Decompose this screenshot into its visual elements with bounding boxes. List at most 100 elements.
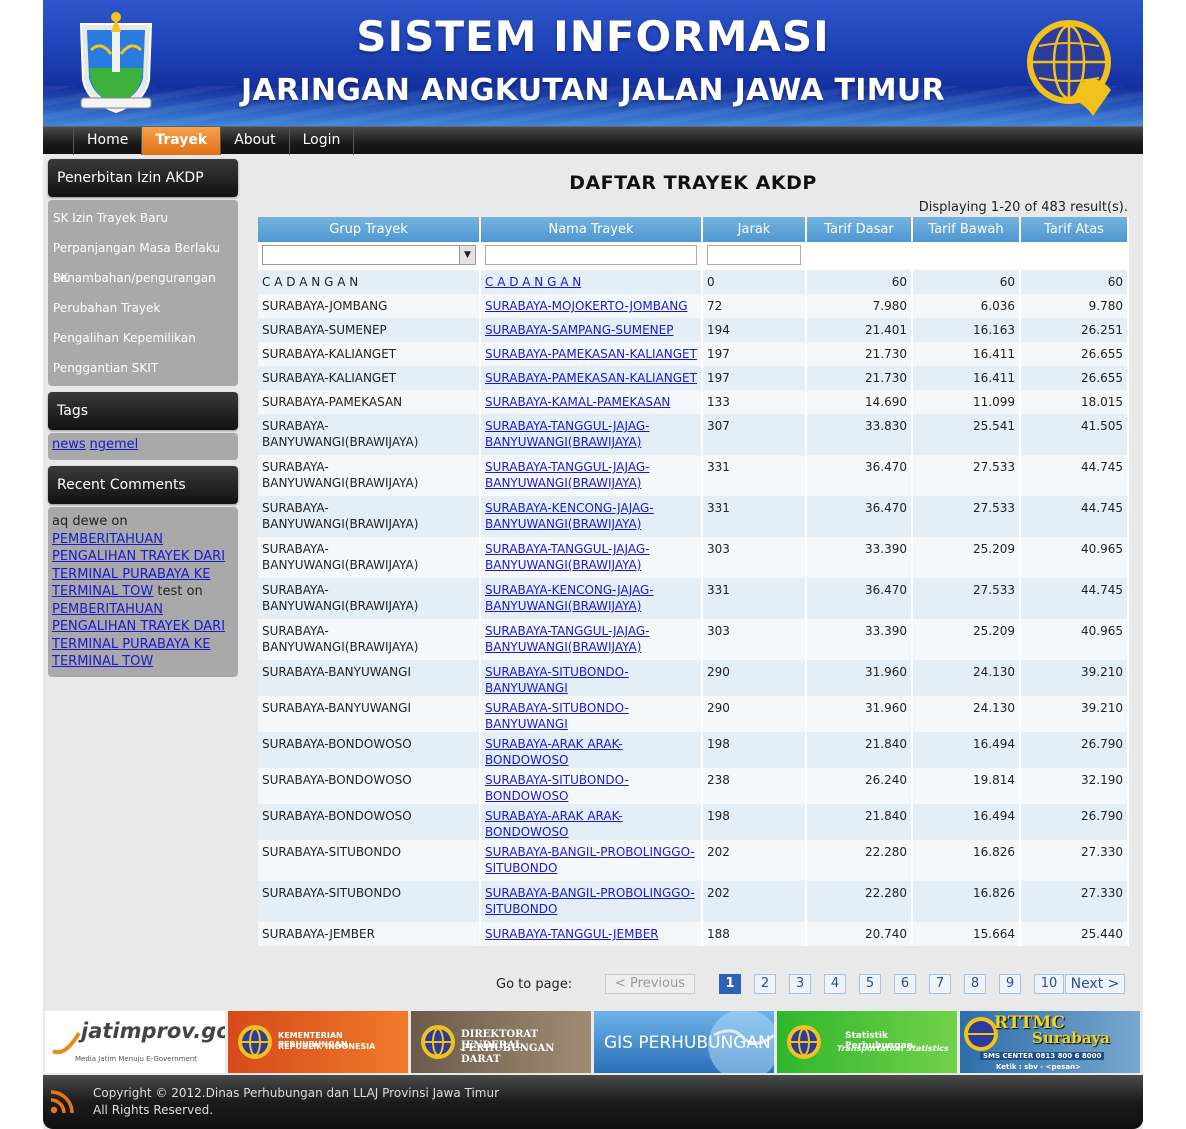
col-header-tarif-dasar[interactable]: Tarif Dasar <box>806 217 913 242</box>
cell-tarif-dasar-text: 60 <box>891 275 907 289</box>
trayek-link[interactable]: SURABAYA-MOJOKERTO-JOMBANG <box>485 299 688 313</box>
rttmc-city: Surabaya <box>1032 1029 1111 1047</box>
cell-tarif-atas-text: 60 <box>1107 275 1123 289</box>
jarak-filter-input[interactable] <box>707 245 801 265</box>
cell-tarif-dasar: 20.740 <box>806 922 913 946</box>
trayek-link[interactable]: SURABAYA-SITUBONDO-BONDOWOSO <box>485 773 629 803</box>
nama-filter-input[interactable] <box>485 245 697 265</box>
cell-tarif-bawah-text: 16.494 <box>973 737 1015 751</box>
cell-tarif-bawah-text: 24.130 <box>973 665 1015 679</box>
trayek-link[interactable]: SURABAYA-BANGIL-PROBOLINGGO-SITUBONDO <box>485 886 695 916</box>
page-button[interactable]: 6 <box>894 974 916 994</box>
nav-home[interactable]: Home <box>73 127 143 155</box>
page-button[interactable]: 3 <box>789 974 811 994</box>
cell-tarif-bawah-text: 6.036 <box>980 299 1015 313</box>
sidebar-item-perpanjangan[interactable]: Perpanjangan Masa Berlaku SK <box>48 233 238 285</box>
nav-login[interactable]: Login <box>290 127 355 155</box>
page-button[interactable]: 7 <box>929 974 951 994</box>
rttmc-banner[interactable]: RTTMC Surabaya SMS CENTER 0813 800 6 800… <box>960 1011 1140 1073</box>
cell-tarif-atas-text: 27.330 <box>1081 845 1123 859</box>
cell-tarif-dasar-text: 26.240 <box>865 773 907 787</box>
trayek-link[interactable]: SURABAYA-KAMAL-PAMEKASAN <box>485 395 670 409</box>
jatimprov-banner[interactable]: jatimprov.go.id Media Jatim Menuju E-Gov… <box>45 1011 225 1073</box>
trayek-link[interactable]: SURABAYA-KENCONG-JAJAG-BANYUWANGI(BRAWIJ… <box>485 583 654 613</box>
cell-tarif-bawah: 16.411 <box>912 342 1021 366</box>
cell-grup: C A D A N G A N <box>258 270 481 294</box>
trayek-link[interactable]: C A D A N G A N <box>485 275 581 289</box>
cell-tarif-atas-text: 26.655 <box>1081 371 1123 385</box>
col-header-tarif-atas[interactable]: Tarif Atas <box>1020 217 1129 242</box>
trayek-link[interactable]: SURABAYA-ARAK ARAK-BONDOWOSO <box>485 809 623 839</box>
trayek-link[interactable]: SURABAYA-TANGGUL-JEMBER <box>485 927 659 941</box>
page-button[interactable]: 4 <box>824 974 846 994</box>
copyright-text: Copyright © 2012.Dinas Perhubungan dan L… <box>93 1085 499 1119</box>
cell-tarif-bawah-text: 15.664 <box>973 927 1015 941</box>
kemenhub-banner[interactable]: KEMENTERIAN PERHUBUNGAN REPUBLIK INDONES… <box>228 1011 408 1073</box>
col-header-nama[interactable]: Nama Trayek <box>480 217 703 242</box>
rss-icon[interactable] <box>49 1089 75 1115</box>
cell-nama: SURABAYA-PAMEKASAN-KALIANGET <box>480 342 703 366</box>
page-button[interactable]: 9 <box>999 974 1021 994</box>
cell-tarif-bawah-text: 16.826 <box>973 886 1015 900</box>
statistik-banner[interactable]: Statistik Perhubungan Transportation Sta… <box>777 1011 957 1073</box>
cell-tarif-atas: 32.190 <box>1020 768 1129 804</box>
dirjen-line-2: PERHUBUNGAN DARAT <box>461 1043 555 1065</box>
trayek-link[interactable]: SURABAYA-PAMEKASAN-KALIANGET <box>485 371 697 385</box>
cell-grup-text: C A D A N G A N <box>262 275 359 289</box>
nav-about[interactable]: About <box>221 127 290 155</box>
trayek-link[interactable]: SURABAYA-SAMPANG-SUMENEP <box>485 323 673 337</box>
trayek-link[interactable]: SURABAYA-TANGGUL-JAJAG-BANYUWANGI(BRAWIJ… <box>485 460 649 490</box>
tag-link[interactable]: news <box>52 437 86 452</box>
tag-link[interactable]: ngemel <box>89 437 138 452</box>
cell-tarif-dasar: 21.401 <box>806 318 913 342</box>
col-header-tarif-bawah[interactable]: Tarif Bawah <box>912 217 1021 242</box>
sidebar-item-perubahan-trayek[interactable]: Perubahan Trayek <box>48 293 238 323</box>
nav-trayek[interactable]: Trayek <box>142 127 222 155</box>
sidebar-item-penggantian-skit[interactable]: Penggantian SKIT <box>48 353 238 383</box>
trayek-link[interactable]: SURABAYA-KENCONG-JAJAG-BANYUWANGI(BRAWIJ… <box>485 501 654 531</box>
trayek-link[interactable]: SURABAYA-TANGGUL-JAJAG-BANYUWANGI(BRAWIJ… <box>485 624 649 654</box>
cell-grup: SURABAYA-BONDOWOSO <box>258 732 481 768</box>
sidebar-item-sk-izin-baru[interactable]: SK Izin Trayek Baru <box>48 203 238 233</box>
trayek-link[interactable]: SURABAYA-SITUBONDO-BANYUWANGI <box>485 701 629 731</box>
cell-tarif-dasar-text: 36.470 <box>865 583 907 597</box>
dirjen-banner[interactable]: DIREKTORAT JENDERAL PERHUBUNGAN DARAT <box>411 1011 591 1073</box>
cell-grup-text: SURABAYA-JOMBANG <box>262 299 388 313</box>
cell-tarif-dasar-text: 36.470 <box>865 501 907 515</box>
comment-post-link[interactable]: PEMBERITAHUAN PENGALIHAN TRAYEK DARI TER… <box>52 602 225 670</box>
trayek-link[interactable]: SURABAYA-BANGIL-PROBOLINGGO-SITUBONDO <box>485 845 695 875</box>
trayek-link[interactable]: SURABAYA-TANGGUL-JAJAG-BANYUWANGI(BRAWIJ… <box>485 542 649 572</box>
previous-page-button[interactable]: < Previous <box>605 974 695 994</box>
sidebar-item-pengalihan[interactable]: Pengalihan Kepemilikan <box>48 323 238 353</box>
cell-tarif-atas-text: 44.745 <box>1081 460 1123 474</box>
trayek-link[interactable]: SURABAYA-ARAK ARAK-BONDOWOSO <box>485 737 623 767</box>
page-button[interactable]: 5 <box>859 974 881 994</box>
cell-tarif-atas: 26.655 <box>1020 366 1129 390</box>
gis-banner[interactable]: GIS PERHUBUNGAN <box>594 1011 774 1073</box>
trayek-link[interactable]: SURABAYA-SITUBONDO-BANYUWANGI <box>485 665 629 695</box>
col-header-grup[interactable]: Grup Trayek <box>258 217 481 242</box>
page-button[interactable]: 2 <box>754 974 776 994</box>
statistik-logo-icon <box>787 1025 821 1059</box>
cell-tarif-atas: 40.965 <box>1020 619 1129 660</box>
next-page-button[interactable]: Next > <box>1065 974 1125 994</box>
page-button[interactable]: 10 <box>1034 974 1064 994</box>
page-button[interactable]: 1 <box>719 974 741 994</box>
grup-filter-select[interactable]: ▼ <box>262 245 476 265</box>
cell-jarak: 72 <box>702 294 807 318</box>
trayek-link[interactable]: SURABAYA-TANGGUL-JAJAG-BANYUWANGI(BRAWIJ… <box>485 419 649 449</box>
chevron-down-icon: ▼ <box>459 246 475 264</box>
cell-jarak: 202 <box>702 881 807 922</box>
cell-tarif-dasar: 22.280 <box>806 881 913 922</box>
tags-box: news ngemel <box>48 433 238 460</box>
trayek-link[interactable]: SURABAYA-PAMEKASAN-KALIANGET <box>485 347 697 361</box>
cell-jarak: 290 <box>702 696 807 732</box>
page-button[interactable]: 8 <box>964 974 986 994</box>
cell-tarif-dasar-text: 31.960 <box>865 665 907 679</box>
sidebar-item-penambahan[interactable]: Penambahan/pengurangan <box>48 263 238 293</box>
table-row: SURABAYA-BANYUWANGI(BRAWIJAYA) SURABAYA-T… <box>258 414 1129 455</box>
cell-jarak-text: 307 <box>707 419 730 433</box>
cell-tarif-bawah: 27.533 <box>912 496 1021 537</box>
cell-tarif-dasar-text: 21.730 <box>865 371 907 385</box>
col-header-jarak[interactable]: Jarak <box>702 217 807 242</box>
